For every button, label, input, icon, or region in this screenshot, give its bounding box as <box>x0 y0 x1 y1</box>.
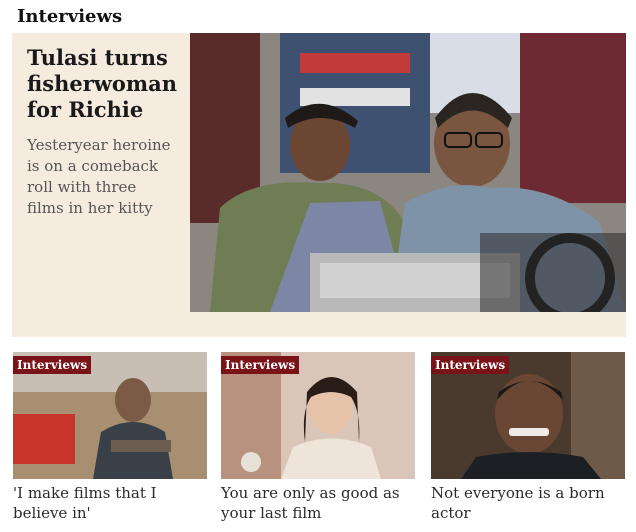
story-caption[interactable]: You are only as good as your last film <box>221 483 415 523</box>
featured-photo-illustration <box>190 33 626 312</box>
category-badge[interactable]: Interviews <box>13 356 92 374</box>
featured-text: Tulasi turns fisherwoman for Richie Yest… <box>27 45 177 219</box>
section-title[interactable]: Interviews <box>17 6 122 27</box>
story-photo[interactable]: Interviews <box>221 352 415 479</box>
story-photo[interactable]: Interviews <box>431 352 625 479</box>
story-photo[interactable]: Interviews <box>13 352 207 479</box>
featured-standfirst: Yesteryear heroine is on a comeback roll… <box>27 136 171 217</box>
story-caption[interactable]: 'I make films that I believe in' <box>13 483 207 523</box>
featured-story[interactable]: Tulasi turns fisherwoman for Richie Yest… <box>12 33 626 337</box>
category-badge[interactable]: Interviews <box>221 356 300 374</box>
featured-headline[interactable]: Tulasi turns fisherwoman for Richie <box>27 45 177 123</box>
story-caption[interactable]: Not everyone is a born actor <box>431 483 625 523</box>
featured-photo[interactable] <box>190 33 626 312</box>
story-card[interactable]: Interviews 'I make films that I believe … <box>13 352 207 523</box>
story-card[interactable]: Interviews You are only as good as your … <box>221 352 415 523</box>
story-card[interactable]: Interviews Not everyone is a born actor <box>431 352 625 523</box>
category-badge[interactable]: Interviews <box>431 356 510 374</box>
